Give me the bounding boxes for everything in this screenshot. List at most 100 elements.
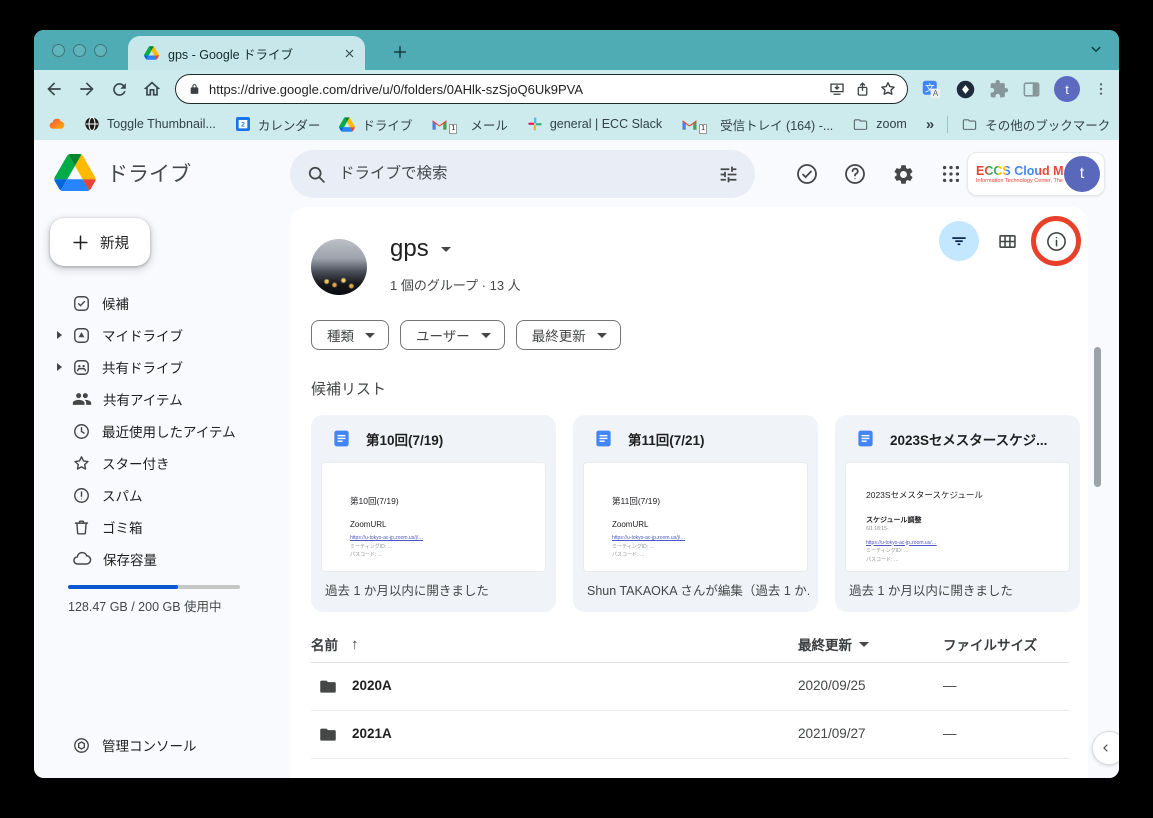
file-modified: 2020/09/25 (798, 678, 866, 693)
close-window-button[interactable] (52, 44, 65, 57)
admin-console-button[interactable]: 管理コンソール (34, 729, 197, 761)
file-row[interactable]: 2020A 2020/09/25 — (311, 663, 1069, 711)
sidebar-item-trash[interactable]: ゴミ箱 (34, 511, 290, 543)
globe-icon (84, 116, 100, 132)
browser-tab[interactable]: gps - Google ドライブ (128, 36, 365, 70)
side-panel-expand-button[interactable] (1092, 731, 1119, 765)
close-tab-icon[interactable] (344, 48, 355, 59)
card-footer: 過去 1 か月以内に開きました (325, 580, 547, 599)
browser-menu-icon[interactable] (1093, 81, 1109, 97)
file-row[interactable]: 2021A 2021/09/27 — (311, 711, 1069, 759)
translate-extension-icon[interactable]: 文A (921, 79, 942, 100)
sidebar-item-suggestions[interactable]: 候補 (34, 287, 290, 319)
sidebar-item-starred[interactable]: スター付き (34, 447, 290, 479)
sidebar-item-shared-with-me[interactable]: 共有アイテム (34, 383, 290, 415)
sidebar-item-my-drive[interactable]: マイドライブ (34, 319, 290, 351)
suggestion-card[interactable]: 2023Sセメスタースケジ... 2023Sセメスタースケジュール スケジュール… (835, 415, 1080, 612)
shared-drive-icon (72, 358, 91, 377)
search-icon (306, 164, 327, 185)
install-app-icon[interactable] (828, 80, 846, 98)
unread-badge: 1 (699, 124, 707, 134)
expand-arrow-icon[interactable] (57, 331, 62, 339)
file-name[interactable]: 2021A (352, 726, 392, 741)
plus-icon (392, 44, 408, 60)
file-list-header: 名前 ↑ 最終更新 ファイルサイズ (311, 623, 1069, 663)
sidebar-item-storage[interactable]: 保存容量 (34, 543, 290, 575)
bookmark-drive[interactable]: ドライブ (339, 115, 412, 134)
alert-icon (72, 486, 91, 505)
bookmark-inbox[interactable]: 1 受信トレイ (164) -... (681, 115, 833, 134)
column-name[interactable]: 名前 ↑ (311, 634, 359, 654)
google-apps-button[interactable] (937, 160, 965, 188)
extensions-puzzle-icon[interactable] (989, 79, 1009, 99)
preview-subtitle: ZoomURL (612, 520, 793, 529)
suggestion-card[interactable]: 第11回(7/21) 第11回(7/19) ZoomURL https://u-… (573, 415, 818, 612)
bookmark-cloud[interactable] (48, 116, 65, 133)
sidebar-item-label: ゴミ箱 (102, 517, 143, 537)
url-text[interactable]: https://drive.google.com/drive/u/0/folde… (209, 82, 820, 97)
sidebar-item-label: マイドライブ (102, 325, 183, 345)
chip-label: 最終更新 (532, 325, 586, 345)
availability-status-button[interactable] (793, 160, 821, 188)
scrollbar-thumb[interactable] (1094, 347, 1101, 487)
filter-icon (949, 231, 969, 251)
card-title: 第11回(7/21) (628, 429, 705, 449)
suggestion-card[interactable]: 第10回(7/19) 第10回(7/19) ZoomURL https://u-… (311, 415, 556, 612)
search-bar[interactable] (290, 150, 755, 198)
file-name[interactable]: 2020A (352, 678, 392, 693)
storage-progress (68, 585, 240, 589)
sidebar-item-spam[interactable]: スパム (34, 479, 290, 511)
settings-button[interactable] (889, 160, 917, 188)
zoom-window-button[interactable] (94, 44, 107, 57)
group-avatar[interactable] (311, 239, 367, 295)
bookmarks-overflow-button[interactable]: » (926, 116, 934, 133)
bookmark-toggle-thumbnail[interactable]: Toggle Thumbnail... (84, 116, 216, 132)
new-button[interactable]: 新規 (50, 218, 150, 266)
docs-icon (594, 429, 613, 448)
bookmark-calendar[interactable]: 2 カレンダー (235, 115, 321, 134)
back-icon[interactable] (44, 79, 64, 99)
bookmark-slack[interactable]: general | ECC Slack (527, 116, 662, 132)
column-modified[interactable]: 最終更新 (798, 634, 869, 654)
new-tab-button[interactable] (386, 38, 414, 66)
side-panel-icon[interactable] (1022, 80, 1041, 99)
folder-icon (318, 677, 338, 696)
chip-type[interactable]: 種類 (311, 320, 389, 350)
bookmark-label: 受信トレイ (164) -... (720, 115, 833, 134)
extension-icon[interactable] (955, 79, 976, 100)
support-button[interactable] (841, 160, 869, 188)
bookmark-star-icon[interactable] (879, 80, 897, 98)
share-icon[interactable] (854, 81, 871, 98)
column-size[interactable]: ファイルサイズ (943, 634, 1037, 654)
profile-avatar[interactable]: t (1054, 76, 1080, 102)
doc-preview: 第10回(7/19) ZoomURL https://u-tokyo-ac-jp… (321, 462, 546, 572)
bookmark-mail[interactable]: 1 メール (431, 115, 507, 134)
reload-icon[interactable] (110, 80, 129, 99)
chip-modified[interactable]: 最終更新 (516, 320, 621, 350)
sidebar-item-shared-drives[interactable]: 共有ドライブ (34, 351, 290, 383)
drive-brand[interactable]: ドライブ (54, 154, 191, 191)
other-bookmarks-button[interactable]: その他のブックマーク (961, 115, 1110, 134)
account-badge[interactable]: ECCS Cloud Mail Information Technology C… (967, 152, 1105, 196)
tab-strip-chevron-icon[interactable] (1087, 40, 1105, 58)
file-size: — (943, 726, 957, 741)
sort-ascending-icon[interactable]: ↑ (351, 636, 359, 653)
active-filters-button[interactable] (939, 221, 979, 261)
expand-arrow-icon[interactable] (57, 363, 62, 371)
account-avatar[interactable]: t (1064, 156, 1100, 192)
home-icon[interactable] (142, 79, 162, 99)
minimize-window-button[interactable] (73, 44, 86, 57)
main-panel: gps 1 個のグループ · 13 人 種類 ユーザー (290, 207, 1088, 778)
chip-people[interactable]: ユーザー (400, 320, 505, 350)
preview-fine-text: パスコード: … (612, 551, 793, 560)
address-bar[interactable]: https://drive.google.com/drive/u/0/folde… (175, 74, 908, 104)
calendar-icon: 2 (235, 116, 251, 132)
sidebar-item-recent[interactable]: 最近使用したアイテム (34, 415, 290, 447)
search-options-icon[interactable] (718, 164, 739, 185)
search-input[interactable] (339, 165, 706, 183)
forward-icon[interactable] (77, 79, 97, 99)
group-title[interactable]: gps (390, 235, 451, 263)
bookmark-folder-zoom[interactable]: zoom (852, 117, 907, 132)
other-bookmarks-label: その他のブックマーク (985, 115, 1110, 134)
grid-view-toggle[interactable] (992, 226, 1022, 256)
